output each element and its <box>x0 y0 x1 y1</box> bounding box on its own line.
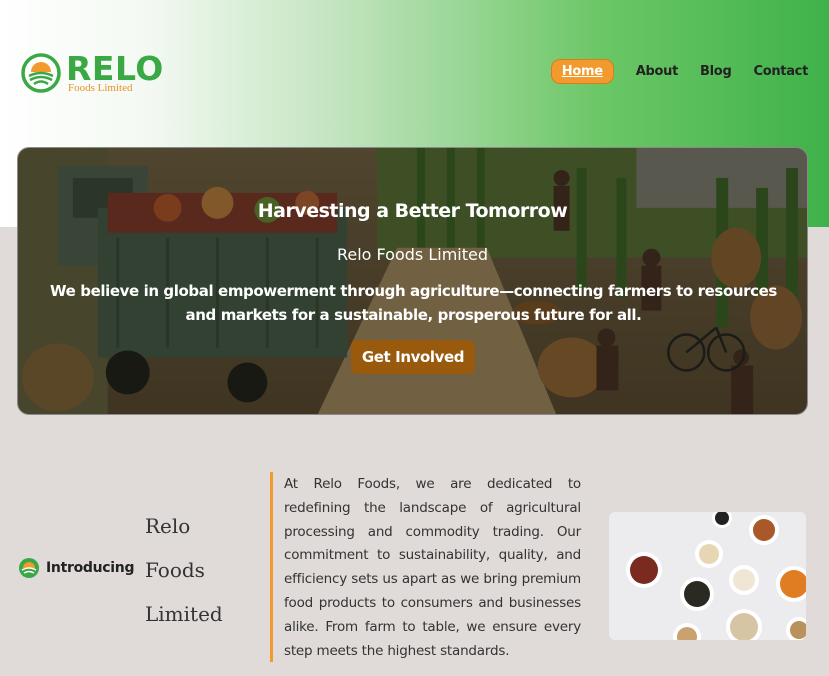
nav-blog[interactable]: Blog <box>700 64 732 79</box>
intro-name-line: Limited <box>145 602 223 626</box>
intro-company-name: Relo Foods Limited <box>145 504 255 636</box>
logo-mark-icon <box>21 53 61 93</box>
hero-title: Harvesting a Better Tomorrow <box>257 200 568 222</box>
leaf-sun-icon <box>19 558 39 578</box>
intro-badge-label: Introducing <box>46 560 135 576</box>
hero-banner: Harvesting a Better Tomorrow Relo Foods … <box>17 147 808 415</box>
intro-name-line: Relo <box>145 514 191 538</box>
intro-name-line: Foods <box>145 558 205 582</box>
get-involved-button[interactable]: Get Involved <box>351 340 475 374</box>
brand-tagline: Foods Limited <box>68 82 133 94</box>
hero-subtitle: Relo Foods Limited <box>336 245 488 264</box>
brand-logo[interactable]: RELO Foods Limited <box>20 52 164 94</box>
nav-about[interactable]: About <box>636 64 679 79</box>
intro-divider <box>270 472 273 662</box>
nav-contact[interactable]: Contact <box>753 64 808 79</box>
nav-home[interactable]: Home <box>550 59 614 84</box>
main-nav: Home About Blog Contact <box>550 59 808 84</box>
hero-description: We believe in global empowerment through… <box>50 282 777 324</box>
intro-description: At Relo Foods, we are dedicated to redef… <box>284 476 581 659</box>
food-bowls-image <box>609 512 806 640</box>
intro-badge: Introducing <box>18 557 134 579</box>
brand-name: RELO <box>66 49 164 88</box>
